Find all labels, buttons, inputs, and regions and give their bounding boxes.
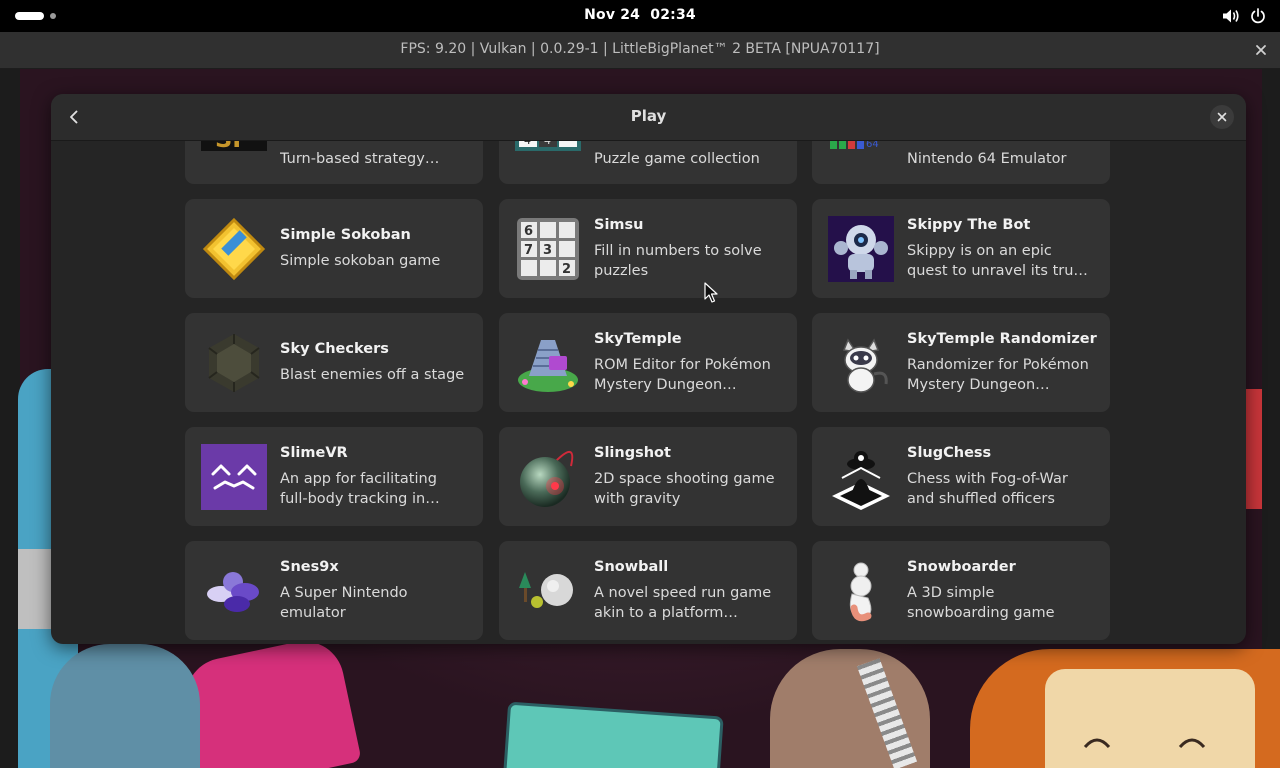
randomizer-icon: [842, 338, 888, 393]
app-description: A novel speed run game akin to a platfor…: [594, 585, 772, 621]
app-card-snowball[interactable]: Snowball A novel speed run game akin to …: [499, 541, 797, 640]
mouse-cursor-icon: [704, 282, 718, 303]
window-title: FPS: 9.20 | Vulkan | 0.0.29-1 | LittleBi…: [400, 41, 880, 57]
app-name: Snes9x: [280, 559, 339, 575]
svg-text:4: 4: [524, 141, 531, 147]
sokoban-icon: [202, 217, 266, 281]
app-card-simsu[interactable]: 6 732 Simsu Fill in numbers to solve puzz…: [499, 199, 797, 298]
svg-text:7: 7: [524, 243, 533, 258]
app-card-skytemple-randomizer[interactable]: SkyTemple Randomizer Randomizer for Poké…: [812, 313, 1110, 412]
app-description: Nintendo 64 Emulator: [907, 151, 1067, 167]
app-name: Simple Sokoban: [280, 227, 411, 243]
snes-buttons-icon: [207, 572, 259, 612]
strategy-game-icon: SI: [201, 141, 267, 151]
chess-pawn-icon: [832, 451, 890, 510]
app-description: Skippy is on an epic quest to unravel it…: [907, 243, 1083, 279]
planet-icon: [520, 451, 574, 507]
app-description: A Super Nintendo emulator: [280, 585, 408, 621]
close-icon: [1217, 112, 1227, 122]
checkers-icon: [208, 334, 260, 392]
app-description: An app for facilitating full-body tracki…: [280, 471, 437, 507]
app-name: Skippy The Bot: [907, 217, 1031, 233]
svg-text:4: 4: [544, 141, 551, 147]
app-name: Sky Checkers: [280, 341, 389, 357]
app-name: SkyTemple Randomizer: [907, 331, 1097, 347]
volume-icon[interactable]: [1222, 8, 1240, 24]
snowman-icon: [849, 562, 872, 622]
app-card-skippy-the-bot[interactable]: Skippy The Bot Skippy is on an epic ques…: [812, 199, 1110, 298]
snowball-icon: [519, 572, 573, 608]
app-card-sky-checkers[interactable]: Sky Checkers Blast enemies off a stage: [185, 313, 483, 412]
app-name: SkyTemple: [594, 331, 682, 347]
bg-face-features: [1083, 738, 1206, 749]
app-card-snowboarder[interactable]: Snowboarder A 3D simple snowboarding gam…: [812, 541, 1110, 640]
app-name: Snowball: [594, 559, 669, 575]
system-tray[interactable]: [1222, 7, 1266, 25]
window-titlebar[interactable]: FPS: 9.20 | Vulkan | 0.0.29-1 | LittleBi…: [0, 32, 1280, 69]
app-card-skytemple[interactable]: SkyTemple ROM Editor for Pokémon Mystery…: [499, 313, 797, 412]
app-card-simple-sokoban[interactable]: Simple Sokoban Simple sokoban game: [185, 199, 483, 298]
app-card-slimevr[interactable]: SlimeVR An app for facilitating full-bod…: [185, 427, 483, 526]
sudoku-icon: 6 7 32: [517, 218, 579, 280]
app-card[interactable]: 64 Nintendo 64 Emulator: [812, 141, 1110, 184]
power-icon[interactable]: [1250, 8, 1266, 24]
clock[interactable]: Nov 24 02:34: [0, 7, 1280, 23]
app-description: 2D space shooting game with gravity: [594, 471, 775, 507]
app-name: Slingshot: [594, 445, 671, 461]
dialog-title: Play: [630, 107, 667, 125]
app-description: Chess with Fog-of-War and shuffled offic…: [907, 471, 1068, 507]
app-card-snes9x[interactable]: Snes9x A Super Nintendo emulator: [185, 541, 483, 640]
dialog-header: Play: [51, 94, 1246, 141]
app-card[interactable]: SI Turn-based strategy game: [185, 141, 483, 184]
robot-icon: [828, 216, 894, 282]
bg-pink-glove: [178, 633, 362, 768]
bg-cassette: [502, 701, 724, 768]
n64-icon: 64: [830, 141, 879, 150]
bg-left-wall: [0, 69, 20, 768]
puzzle-grid-icon: 4 4: [515, 141, 581, 151]
play-dialog: Play SI Turn-based strategy game 4 4: [51, 94, 1246, 644]
svg-text:SI: SI: [215, 141, 241, 151]
app-description: Fill in numbers to solve puzzles: [594, 243, 762, 279]
app-list[interactable]: SI Turn-based strategy game 4 4 Puzzle g…: [51, 141, 1246, 644]
clock-time: 02:34: [650, 7, 696, 23]
app-name: Simsu: [594, 217, 644, 233]
app-description: Blast enemies off a stage: [280, 367, 465, 383]
app-description: Randomizer for Pokémon Mystery Dungeon E…: [907, 357, 1089, 393]
svg-text:2: 2: [562, 262, 571, 277]
app-name: SlugChess: [907, 445, 992, 461]
skytemple-icon: [518, 340, 578, 392]
app-description: A 3D simple snowboarding game: [907, 585, 1055, 621]
app-description: Puzzle game collection: [594, 151, 760, 167]
app-card[interactable]: 4 4 Puzzle game collection: [499, 141, 797, 184]
svg-text:64: 64: [866, 141, 879, 150]
app-card-slingshot[interactable]: Slingshot 2D space shooting game with gr…: [499, 427, 797, 526]
clock-date: Nov 24: [584, 7, 641, 23]
app-description: Simple sokoban game: [280, 253, 441, 269]
bg-right-flag: [1244, 389, 1262, 509]
window-close-icon[interactable]: [1254, 43, 1268, 57]
bg-teal-blob: [50, 644, 200, 768]
slimevr-icon: [201, 444, 267, 510]
svg-text:3: 3: [543, 243, 552, 258]
app-description: Turn-based strategy game: [280, 151, 425, 167]
svg-text:6: 6: [524, 224, 533, 239]
app-name: Snowboarder: [907, 559, 1016, 575]
top-bar: Nov 24 02:34: [0, 0, 1280, 32]
app-name: SlimeVR: [280, 445, 348, 461]
app-card-slugchess[interactable]: SlugChess Chess with Fog-of-War and shuf…: [812, 427, 1110, 526]
app-description: ROM Editor for Pokémon Mystery Dungeon E…: [594, 357, 771, 393]
dialog-close-button[interactable]: [1210, 105, 1234, 129]
